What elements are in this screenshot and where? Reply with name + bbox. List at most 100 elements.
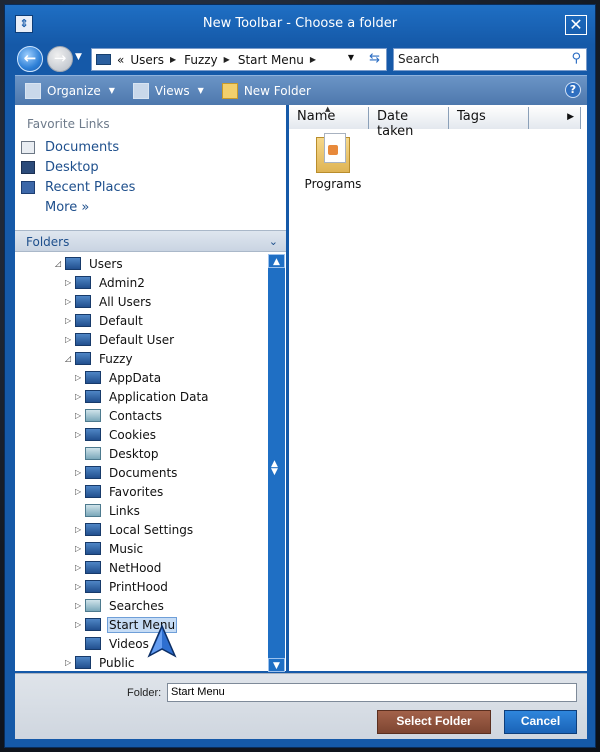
refresh-icon[interactable]: ⇆ <box>369 51 380 66</box>
favorite-recent-places[interactable]: Recent Places <box>21 180 135 195</box>
collapsed-arrow-icon[interactable]: ▷ <box>75 468 85 477</box>
collapsed-arrow-icon[interactable]: ▷ <box>75 544 85 553</box>
tree-item[interactable]: ▷ AppData <box>75 368 163 387</box>
help-icon[interactable]: ? <box>565 82 581 98</box>
column-date-taken[interactable]: Date taken <box>369 107 449 139</box>
tree-item[interactable]: ▷ All Users <box>65 292 153 311</box>
new-folder-button[interactable]: New Folder <box>221 82 311 99</box>
close-button[interactable]: ✕ <box>565 15 587 35</box>
collapsed-arrow-icon[interactable]: ▷ <box>75 373 85 382</box>
tree-item[interactable]: ▷ Documents <box>75 463 179 482</box>
cancel-button[interactable]: Cancel <box>504 710 577 734</box>
collapsed-arrow-icon[interactable]: ▷ <box>75 620 85 629</box>
collapsed-arrow-icon[interactable]: ▷ <box>65 297 75 306</box>
tree-item-label: Music <box>109 541 144 556</box>
double-chevron-icon: » <box>81 200 90 215</box>
more-links[interactable]: More » <box>45 200 89 215</box>
tree-item-label: Application Data <box>109 389 209 404</box>
back-button[interactable]: ← <box>17 46 43 72</box>
collapsed-arrow-icon[interactable]: ▷ <box>75 582 85 591</box>
views-button[interactable]: Views ▼ <box>132 82 204 99</box>
tree-scrollbar[interactable]: ▲ ▲ ▼ ▼ <box>268 254 285 672</box>
tree-item[interactable]: ◿ Fuzzy <box>65 349 135 368</box>
scroll-thumb[interactable]: ▲ ▼ <box>271 460 278 477</box>
expanded-arrow-icon[interactable]: ◿ <box>55 259 65 268</box>
tree-item-label: PrintHood <box>109 579 168 594</box>
tree-item-label: Links <box>109 503 140 518</box>
more-columns-icon[interactable]: ▶ <box>529 107 581 129</box>
tree-item[interactable]: ▷ Music <box>75 539 145 558</box>
folder-icon <box>85 523 101 536</box>
tree-item[interactable]: ▷ Default User <box>65 330 176 349</box>
chevron-right-icon[interactable]: ▶ <box>170 55 176 64</box>
favorite-links-title: Favorite Links <box>27 117 110 131</box>
command-toolbar: Organize ▼ Views ▼ New Folder ? <box>15 75 587 105</box>
collapsed-arrow-icon[interactable]: ▷ <box>75 430 85 439</box>
search-icon[interactable]: ⚲ <box>571 51 581 66</box>
tree-item[interactable]: ▷ Admin2 <box>65 273 147 292</box>
collapsed-arrow-icon[interactable]: ▷ <box>65 278 75 287</box>
column-name[interactable]: ▲ Name <box>289 105 369 129</box>
tree-item[interactable]: ▷ Local Settings <box>75 520 195 539</box>
search-placeholder: Search <box>398 52 440 66</box>
search-input[interactable]: Search ⚲ <box>393 48 587 71</box>
tree-item[interactable]: ▷ Application Data <box>75 387 211 406</box>
favorite-desktop[interactable]: Desktop <box>21 160 99 175</box>
breadcrumb-start-menu[interactable]: Start Menu <box>238 53 304 67</box>
favorite-documents[interactable]: Documents <box>21 140 119 155</box>
collapsed-arrow-icon[interactable]: ▷ <box>75 411 85 420</box>
tree-item[interactable]: ▷ Favorites <box>75 482 165 501</box>
tree-item-label: Admin2 <box>99 275 145 290</box>
breadcrumb[interactable]: « Users ▶ Fuzzy ▶ Start Menu ▶ ▼ ⇆ <box>91 48 387 71</box>
breadcrumb-users[interactable]: Users <box>130 53 164 67</box>
tree-item[interactable]: ▷ NetHood <box>75 558 163 577</box>
tree-item[interactable]: Videos <box>75 634 151 653</box>
folder-name-input[interactable]: Start Menu <box>167 683 577 702</box>
collapsed-arrow-icon[interactable]: ▷ <box>65 335 75 344</box>
tree-item[interactable]: ▷ Searches <box>75 596 166 615</box>
address-dropdown-icon[interactable]: ▼ <box>348 53 354 62</box>
collapsed-arrow-icon[interactable]: ▷ <box>65 316 75 325</box>
collapsed-arrow-icon[interactable]: ▷ <box>75 525 85 534</box>
breadcrumb-fuzzy[interactable]: Fuzzy <box>184 53 218 67</box>
organize-button[interactable]: Organize ▼ <box>25 82 115 99</box>
tree-item-label: Default User <box>99 332 175 347</box>
tree-item[interactable]: Links <box>75 501 142 520</box>
select-folder-button[interactable]: Select Folder <box>377 710 491 734</box>
tree-item-label: NetHood <box>109 560 162 575</box>
chevron-right-icon[interactable]: ▶ <box>224 55 230 64</box>
title-bar[interactable]: ⇕ New Toolbar - Choose a folder ✕ <box>5 5 595 43</box>
chevron-down-icon[interactable]: ⌄ <box>269 235 278 248</box>
file-item[interactable]: Programs <box>303 133 363 191</box>
scroll-up-icon[interactable]: ▲ <box>268 254 285 268</box>
collapsed-arrow-icon[interactable]: ▷ <box>75 563 85 572</box>
documents-icon <box>21 141 35 154</box>
chevron-right-icon[interactable]: ▶ <box>310 55 316 64</box>
scroll-down-icon[interactable]: ▼ <box>268 658 285 672</box>
tree-item[interactable]: ▷ PrintHood <box>75 577 170 596</box>
folder-field-label: Folder: <box>127 687 162 699</box>
forward-button[interactable]: → <box>47 46 73 72</box>
expanded-arrow-icon[interactable]: ◿ <box>65 354 75 363</box>
tree-item-label: Default <box>99 313 143 328</box>
tree-item[interactable]: ▷ Cookies <box>75 425 158 444</box>
breadcrumb-overflow[interactable]: « <box>117 53 124 67</box>
tree-item[interactable]: Desktop <box>75 444 161 463</box>
tree-item-label: Videos <box>109 636 149 651</box>
tree-item[interactable]: ▷ Default <box>65 311 145 330</box>
collapsed-arrow-icon[interactable]: ▷ <box>65 658 75 667</box>
column-label: Tags <box>457 109 486 124</box>
tree-item[interactable]: ▷ Public <box>65 653 137 670</box>
collapsed-arrow-icon[interactable]: ▷ <box>75 601 85 610</box>
collapsed-arrow-icon[interactable]: ▷ <box>75 392 85 401</box>
folders-header[interactable]: Folders ⌄ <box>15 230 286 252</box>
folder-icon <box>96 54 111 65</box>
folder-tree: ◿ Users ▷ Admin2 ▷ All Users ▷ Default ▷ Default … <box>15 254 267 670</box>
column-tags[interactable]: Tags <box>449 107 529 129</box>
folder-icon <box>75 352 91 365</box>
favorite-label: Documents <box>45 140 120 155</box>
tree-item[interactable]: ◿ Users <box>55 254 125 273</box>
collapsed-arrow-icon[interactable]: ▷ <box>75 487 85 496</box>
tree-item[interactable]: ▷ Contacts <box>75 406 164 425</box>
recent-pages-dropdown-icon[interactable]: ▼ <box>75 52 82 62</box>
